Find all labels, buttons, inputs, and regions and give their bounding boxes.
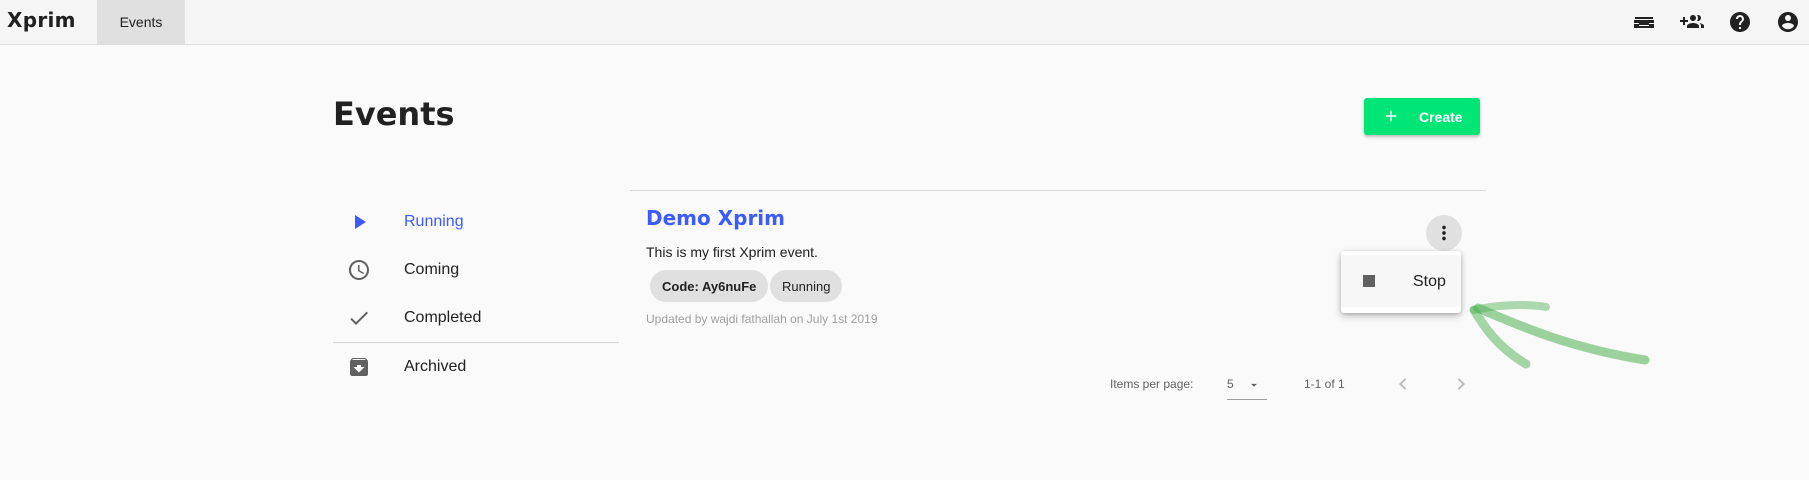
sidebar-item-archived[interactable]: Archived — [333, 345, 619, 389]
inbox-icon[interactable] — [1630, 8, 1658, 36]
items-per-page-label: Items per page: — [1110, 377, 1194, 391]
clock-icon — [347, 258, 371, 282]
app-logo[interactable]: Xprim — [7, 8, 76, 32]
nav-tab-events[interactable]: Events — [97, 0, 185, 44]
create-button-label: Create — [1419, 109, 1463, 125]
event-more-button[interactable] — [1426, 215, 1462, 251]
event-context-menu: Stop — [1341, 251, 1461, 313]
help-icon[interactable] — [1726, 8, 1754, 36]
event-status-chip: Running — [770, 270, 843, 302]
previous-page-button[interactable] — [1391, 372, 1415, 396]
event-updated-meta: Updated by wajdi fathallah on July 1st 2… — [646, 312, 878, 326]
sidebar-item-label: Completed — [404, 309, 482, 326]
group-add-icon[interactable] — [1678, 8, 1706, 36]
more-vert-icon — [1442, 225, 1446, 241]
annotation-arrow — [1469, 301, 1650, 369]
dropdown-caret-icon — [1247, 378, 1261, 392]
next-page-button[interactable] — [1449, 372, 1473, 396]
account-icon[interactable] — [1774, 8, 1802, 36]
archive-icon — [347, 355, 371, 379]
top-app-bar: Xprim Events — [0, 0, 1809, 45]
menu-item-label: Stop — [1413, 273, 1446, 290]
pagination-range: 1-1 of 1 — [1304, 377, 1345, 391]
sidebar-item-coming[interactable]: Coming — [333, 248, 619, 292]
check-icon — [347, 306, 371, 330]
event-title[interactable]: Demo Xprim — [646, 206, 785, 230]
page-title: Events — [333, 95, 455, 133]
sidebar-item-completed[interactable]: Completed — [333, 296, 619, 340]
create-button[interactable]: Create — [1364, 98, 1480, 135]
items-per-page-value: 5 — [1227, 377, 1234, 391]
sidebar-divider — [333, 342, 619, 343]
event-description: This is my first Xprim event. — [646, 244, 818, 260]
chevron-right-icon — [1457, 378, 1465, 390]
event-code-chip: Code: Ay6nuFe — [650, 270, 769, 302]
sidebar-item-running[interactable]: Running — [333, 200, 619, 244]
sidebar-item-label: Coming — [404, 261, 460, 278]
chevron-left-icon — [1399, 378, 1407, 390]
list-divider — [630, 190, 1486, 191]
items-per-page-select[interactable]: 5 — [1227, 370, 1267, 400]
sidebar-item-label: Archived — [404, 358, 467, 375]
stop-icon — [1363, 275, 1375, 287]
play-icon — [347, 210, 371, 234]
menu-item-stop[interactable]: Stop — [1341, 255, 1461, 307]
plus-icon — [1382, 107, 1400, 125]
sidebar-item-label: Running — [404, 213, 464, 230]
